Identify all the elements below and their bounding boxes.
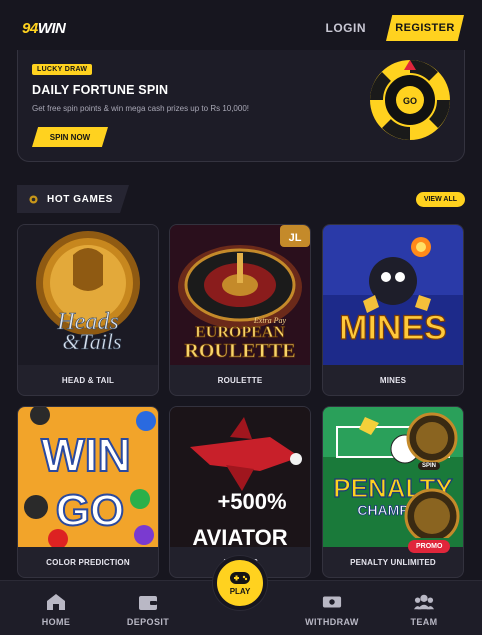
game-card-aviator[interactable]: +500% AVIATOR AVIATOR [169,406,311,578]
hot-games-header: HOT GAMES VIEW ALL [17,185,465,213]
aviator-art-text: AVIATOR [192,525,287,547]
nav-team[interactable]: TEAM [389,593,459,627]
logo-number: 94 [22,19,38,37]
win-go-thumbnail: WIN GO [18,407,158,547]
top-header: 94WIN LOGIN REGISTER [0,0,482,56]
game-card-roulette[interactable]: JL Extra Pay EUROPEAN ROULETTE ROULETTE [169,224,311,396]
game-card-head-tail[interactable]: Heads &Tails HEAD & TAIL [17,224,159,396]
fire-icon [29,194,38,204]
lucky-draw-badge: LUCKY DRAW [32,64,93,75]
spin-description: Get free spin points & win mega cash pri… [32,104,250,113]
tails-art-text: &Tails [62,329,121,354]
register-button[interactable]: REGISTER [386,15,464,41]
go-art-text: GO [56,486,124,535]
play-label: PLAY [229,586,251,596]
game-card-mines[interactable]: MINES MINES [322,224,464,396]
fortune-wheel-icon[interactable]: GO [368,58,452,142]
game-label-roulette: ROULETTE [217,375,263,385]
play-button[interactable]: PLAY [213,556,267,610]
wallet-icon [139,596,157,610]
nav-home[interactable]: HOME [21,593,91,627]
mines-art-text: MINES [339,309,447,347]
floating-spin-label[interactable]: SPIN [418,462,441,470]
promo-badge[interactable]: PROMO [408,540,451,553]
home-icon [47,594,65,610]
roulette-thumbnail: JL Extra Pay EUROPEAN ROULETTE [170,225,310,365]
wheel-go-label: GO [403,96,417,106]
win-art-text: WIN [41,429,130,481]
european-art-text: EUROPEAN [195,324,285,341]
nav-deposit-label: DEPOSIT [126,617,170,627]
gamepad-icon [230,571,250,584]
nav-team-label: TEAM [410,617,438,627]
mines-thumbnail: MINES [323,225,463,365]
login-button[interactable]: LOGIN [326,21,367,35]
withdraw-icon [322,596,342,608]
daily-spin-card: LUCKY DRAW DAILY FORTUNE SPIN Get free s… [17,50,465,162]
team-icon [414,594,434,610]
floating-spin-coins[interactable] [392,408,470,538]
nav-withdraw[interactable]: WITHDRAW [297,593,367,627]
head-tail-thumbnail: Heads &Tails [18,225,158,365]
nav-withdraw-label: WITHDRAW [305,617,359,627]
jl-corner-badge: JL [289,232,302,244]
game-card-color-prediction[interactable]: WIN GO COLOR PREDICTION [17,406,159,578]
site-logo[interactable]: 94WIN [22,19,66,37]
nav-home-label: HOME [41,617,71,627]
spin-now-button[interactable]: SPIN NOW [32,127,108,147]
multiplier-art-text: +500% [217,489,286,514]
logo-word: WIN [37,19,66,37]
hot-games-title: HOT GAMES [47,193,113,205]
game-label-color-prediction: COLOR PREDICTION [46,557,130,567]
aviator-thumbnail: +500% AVIATOR [170,407,310,547]
roulette-art-text: ROULETTE [184,340,295,362]
nav-deposit[interactable]: DEPOSIT [113,593,183,627]
game-label-head-tail: HEAD & TAIL [61,375,115,385]
spin-title: DAILY FORTUNE SPIN [32,83,169,97]
game-label-mines: MINES [379,375,407,385]
hot-games-tab: HOT GAMES [17,185,129,213]
view-all-button[interactable]: VIEW ALL [415,191,465,207]
